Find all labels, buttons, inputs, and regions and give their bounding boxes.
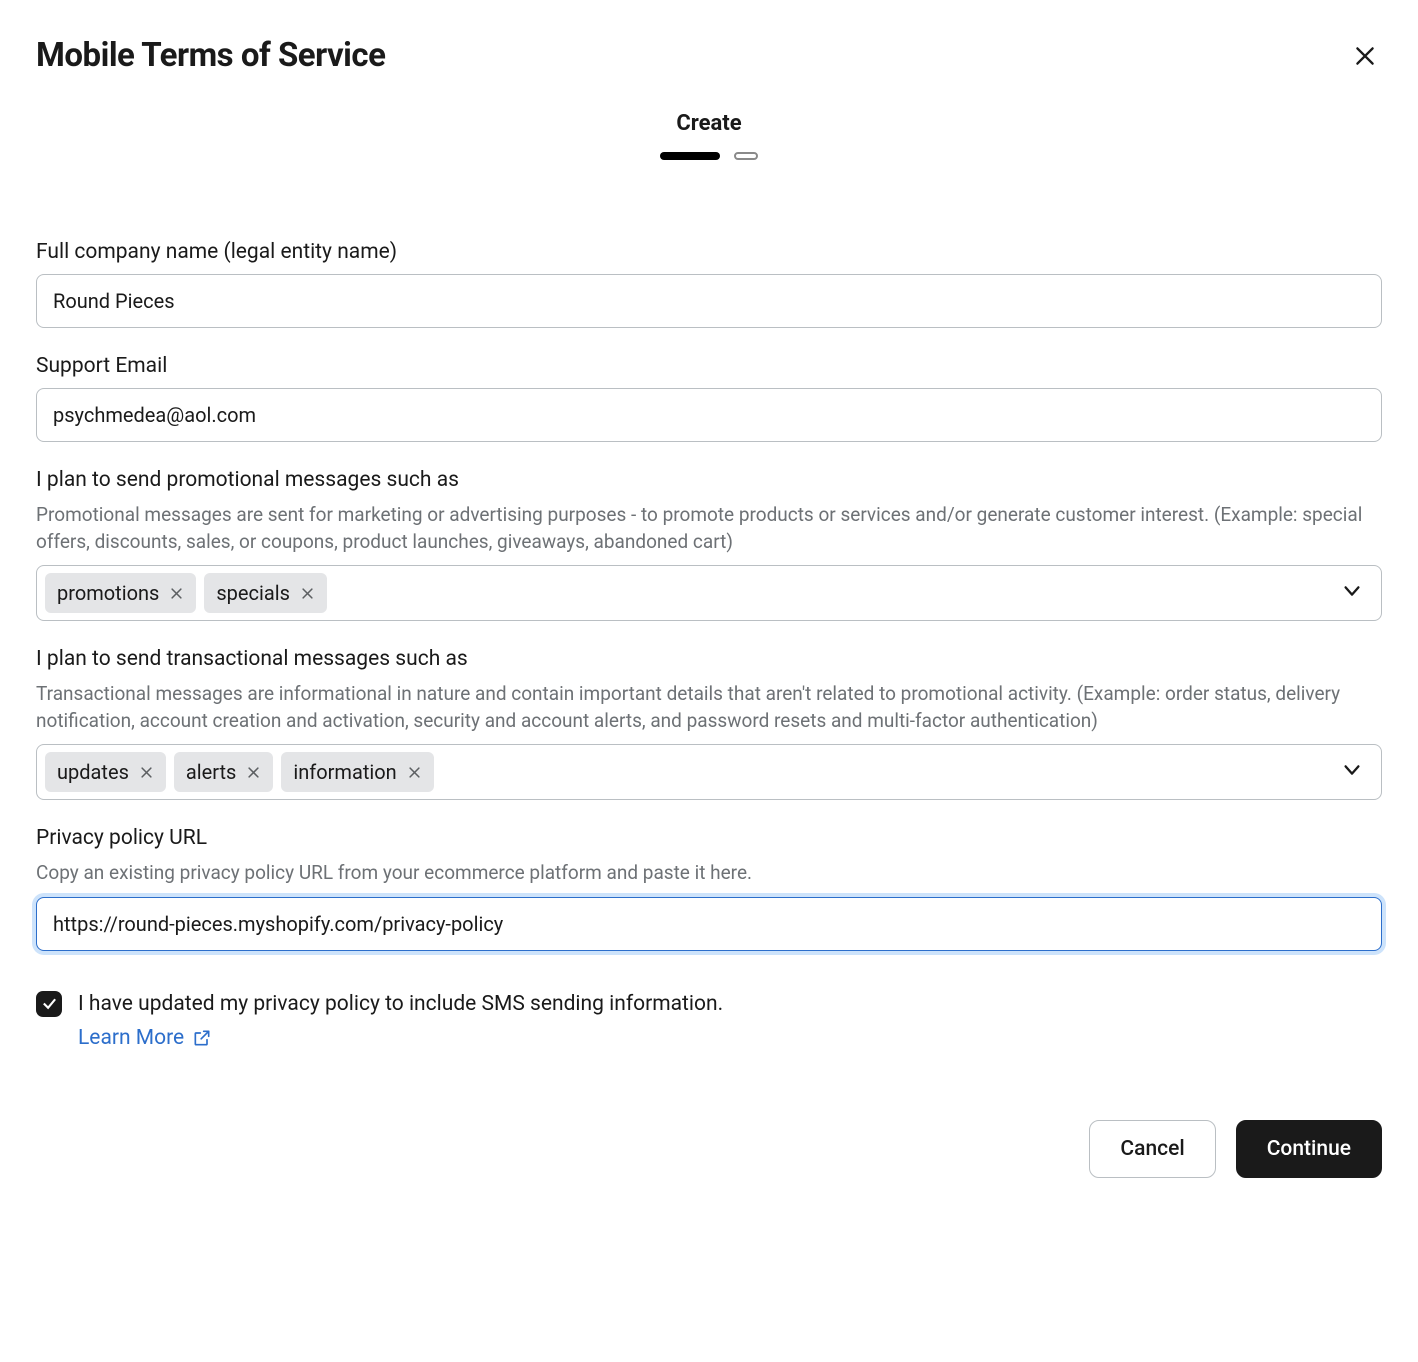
step-indicators: [660, 152, 758, 160]
tag-promotions: promotions: [45, 573, 196, 613]
consent-checkbox[interactable]: [36, 991, 62, 1017]
close-icon: [169, 586, 184, 601]
close-button[interactable]: [1348, 39, 1382, 73]
promotional-tag-select[interactable]: promotions specials: [36, 565, 1382, 621]
check-icon: [41, 995, 58, 1012]
step-pill-active: [660, 152, 720, 160]
step-label: Create: [676, 111, 741, 136]
chevron-down-icon: [1341, 759, 1363, 785]
tag-label: promotions: [57, 581, 159, 605]
transactional-label: I plan to send transactional messages su…: [36, 647, 1382, 671]
privacy-url-input[interactable]: [36, 897, 1382, 951]
tag-label: alerts: [186, 760, 236, 784]
privacy-url-label: Privacy policy URL: [36, 826, 1382, 850]
promotional-section: I plan to send promotional messages such…: [36, 468, 1382, 621]
close-icon: [1352, 43, 1378, 69]
remove-tag-alerts[interactable]: [246, 765, 261, 780]
tag-specials: specials: [204, 573, 327, 613]
support-email-input[interactable]: [36, 388, 1382, 442]
close-icon: [139, 765, 154, 780]
step-pill-inactive: [734, 152, 758, 160]
support-email-section: Support Email: [36, 354, 1382, 442]
transactional-section: I plan to send transactional messages su…: [36, 647, 1382, 800]
transactional-helper: Transactional messages are informational…: [36, 681, 1382, 734]
continue-button[interactable]: Continue: [1236, 1120, 1382, 1178]
company-name-label: Full company name (legal entity name): [36, 240, 1382, 264]
tag-updates: updates: [45, 752, 166, 792]
promotional-label: I plan to send promotional messages such…: [36, 468, 1382, 492]
tag-label: updates: [57, 760, 129, 784]
close-icon: [300, 586, 315, 601]
consent-label: I have updated my privacy policy to incl…: [78, 989, 723, 1021]
footer-actions: Cancel Continue: [36, 1120, 1382, 1178]
company-name-input[interactable]: [36, 274, 1382, 328]
stepper: Create: [36, 111, 1382, 160]
remove-tag-promotions[interactable]: [169, 586, 184, 601]
consent-row: I have updated my privacy policy to incl…: [36, 989, 1382, 1051]
learn-more-text: Learn More: [78, 1026, 184, 1050]
tag-label: information: [293, 760, 396, 784]
cancel-button[interactable]: Cancel: [1089, 1120, 1215, 1178]
modal-header: Mobile Terms of Service: [36, 36, 1382, 75]
remove-tag-updates[interactable]: [139, 765, 154, 780]
close-icon: [407, 765, 422, 780]
remove-tag-specials[interactable]: [300, 586, 315, 601]
tag-alerts: alerts: [174, 752, 273, 792]
privacy-url-helper: Copy an existing privacy policy URL from…: [36, 860, 1382, 887]
tag-label: specials: [216, 581, 290, 605]
learn-more-link[interactable]: Learn More: [78, 1026, 212, 1050]
close-icon: [246, 765, 261, 780]
external-link-icon: [192, 1028, 212, 1048]
privacy-url-section: Privacy policy URL Copy an existing priv…: [36, 826, 1382, 951]
support-email-label: Support Email: [36, 354, 1382, 378]
promotional-helper: Promotional messages are sent for market…: [36, 502, 1382, 555]
tag-information: information: [281, 752, 433, 792]
company-name-section: Full company name (legal entity name): [36, 240, 1382, 328]
page-title: Mobile Terms of Service: [36, 36, 385, 75]
chevron-down-icon: [1341, 580, 1363, 606]
remove-tag-information[interactable]: [407, 765, 422, 780]
transactional-tag-select[interactable]: updates alerts information: [36, 744, 1382, 800]
